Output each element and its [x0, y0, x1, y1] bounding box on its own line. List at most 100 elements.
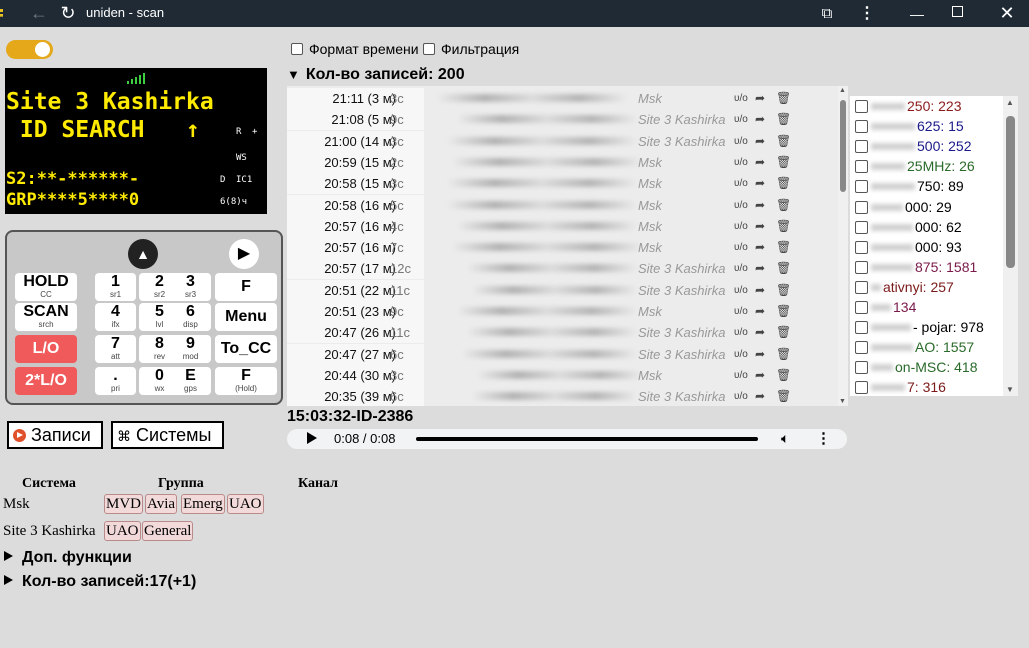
record-uo-icon[interactable]: ᴜ/o [734, 131, 748, 152]
key-19[interactable]: Egps [170, 367, 211, 395]
record-uo-icon[interactable]: ᴜ/o [734, 216, 748, 237]
record-row[interactable]: 20:47 (26 м) 11c Site 3 Kashirka ᴜ/o ➦ 🗑︎ [287, 322, 835, 344]
talkgroup-item[interactable]: 000: 62 [855, 217, 1005, 237]
group-tag[interactable]: General [142, 521, 194, 541]
record-uo-icon[interactable]: ᴜ/o [734, 237, 748, 258]
record-uo-icon[interactable]: ᴜ/o [734, 195, 748, 216]
key-7[interactable]: 4 ifx [95, 303, 136, 331]
record-row[interactable]: 20:57 (17 м) 12c Site 3 Kashirka ᴜ/o ➦ 🗑︎ [287, 258, 835, 280]
up-arrow-button[interactable]: ▲ [128, 239, 158, 269]
record-uo-icon[interactable]: ᴜ/o [734, 173, 748, 194]
record-row[interactable]: 20:58 (16 м) 5c Msk ᴜ/o ➦ 🗑︎ [287, 194, 835, 216]
group-tag[interactable]: MVD [104, 494, 144, 514]
more-menu-icon[interactable]: ⋮ [856, 3, 878, 25]
refresh-icon[interactable]: ↻ [57, 2, 79, 24]
audio-play-icon[interactable] [307, 432, 317, 444]
share-icon[interactable]: ➦ [755, 131, 765, 152]
record-row[interactable]: 20:51 (22 м) 11c Site 3 Kashirka ᴜ/o ➦ 🗑︎ [287, 279, 835, 301]
key-20[interactable]: F (Hold) [215, 367, 277, 395]
record-row[interactable]: 20:57 (16 м) 4c Msk ᴜ/o ➦ 🗑︎ [287, 215, 835, 237]
key-6[interactable]: SCAN srch [15, 303, 77, 331]
records-count-section[interactable]: Кол-во записей:17(+1) [4, 573, 196, 591]
share-icon[interactable]: ➦ [755, 301, 765, 322]
audio-more-icon[interactable]: ⋮ [816, 429, 831, 447]
talkgroup-item[interactable]: 750: 89 [855, 176, 1005, 196]
key-12[interactable]: 7 att [95, 335, 136, 363]
volume-icon[interactable]: 🔈︎ [781, 430, 789, 447]
share-icon[interactable]: ➦ [755, 365, 765, 386]
record-row[interactable]: 21:00 (14 м) 3c Site 3 Kashirka ᴜ/o ➦ 🗑︎ [287, 130, 835, 152]
talkgroup-checkbox[interactable] [855, 260, 868, 274]
share-icon[interactable]: ➦ [755, 216, 765, 237]
talkgroup-checkbox[interactable] [855, 120, 868, 134]
trash-icon[interactable]: 🗑︎ [776, 237, 791, 258]
group-tag[interactable]: Avia [145, 494, 178, 514]
time-format-checkbox[interactable]: Формат времени [291, 41, 419, 57]
filter-checkbox[interactable]: Фильтрация [423, 41, 519, 57]
share-icon[interactable]: ➦ [755, 88, 765, 109]
record-uo-icon[interactable]: ᴜ/o [734, 152, 748, 173]
trash-icon[interactable]: 🗑︎ [776, 173, 791, 194]
talkgroup-item[interactable]: 500: 252 [855, 136, 1005, 156]
minimize-button[interactable]: — [906, 3, 928, 25]
talkgroup-item[interactable]: 7: 316 [855, 377, 1005, 396]
trash-icon[interactable]: 🗑︎ [776, 258, 791, 279]
talkgroup-checkbox[interactable] [855, 180, 868, 194]
trash-icon[interactable]: 🗑︎ [776, 386, 791, 406]
record-row[interactable]: 20:51 (23 м) 9c Msk ᴜ/o ➦ 🗑︎ [287, 301, 835, 322]
key-10[interactable]: Menu [215, 303, 277, 331]
trash-icon[interactable]: 🗑︎ [776, 322, 791, 343]
record-uo-icon[interactable]: ᴜ/o [734, 301, 748, 322]
trash-icon[interactable]: 🗑︎ [776, 195, 791, 216]
record-uo-icon[interactable]: ᴜ/o [734, 88, 748, 109]
record-row[interactable]: 20:59 (15 м) 2c Msk ᴜ/o ➦ 🗑︎ [287, 151, 835, 173]
records-button[interactable]: Записи [7, 421, 103, 449]
record-row[interactable]: 20:58 (15 м) 3c Msk ᴜ/o ➦ 🗑︎ [287, 173, 835, 195]
talkgroup-item[interactable]: 875: 1581 [855, 257, 1005, 277]
key-17[interactable]: . pri [95, 367, 136, 395]
share-icon[interactable]: ➦ [755, 237, 765, 258]
talkgroup-checkbox[interactable] [855, 321, 868, 335]
trash-icon[interactable]: 🗑︎ [776, 109, 791, 130]
maximize-button[interactable] [952, 6, 963, 17]
key-15[interactable]: To_CC [215, 335, 277, 363]
record-uo-icon[interactable]: ᴜ/o [734, 109, 748, 130]
record-uo-icon[interactable]: ᴜ/o [734, 365, 748, 386]
record-row[interactable]: 20:35 (39 м) 6c Site 3 Kashirka ᴜ/o ➦ 🗑︎ [287, 386, 835, 406]
trash-icon[interactable]: 🗑︎ [776, 365, 791, 386]
extra-functions-summary[interactable]: Доп. функции [4, 549, 132, 567]
key-16[interactable]: 2*L/O [15, 367, 77, 395]
share-icon[interactable]: ➦ [755, 386, 765, 406]
trash-icon[interactable]: 🗑︎ [776, 280, 791, 301]
trash-icon[interactable]: 🗑︎ [776, 216, 791, 237]
record-uo-icon[interactable]: ᴜ/o [734, 344, 748, 365]
close-button[interactable]: ✕ [996, 2, 1018, 24]
talkgroup-item[interactable]: 000: 29 [855, 197, 1005, 217]
trash-icon[interactable]: 🗑︎ [776, 131, 791, 152]
talkgroup-checkbox[interactable] [855, 240, 868, 254]
trash-icon[interactable]: 🗑︎ [776, 301, 791, 322]
trash-icon[interactable]: 🗑︎ [776, 88, 791, 109]
talkgroup-checkbox[interactable] [855, 341, 868, 355]
talkgroup-checkbox[interactable] [855, 200, 868, 214]
play-button[interactable]: ▶ [229, 239, 259, 269]
key-2[interactable]: 1 sr1 [95, 273, 136, 301]
record-uo-icon[interactable]: ᴜ/o [734, 386, 748, 406]
records-scrollbar[interactable]: ▲ ▼ [838, 86, 848, 406]
trash-icon[interactable]: 🗑︎ [776, 344, 791, 365]
talkgroup-checkbox[interactable] [855, 140, 868, 154]
group-tag[interactable]: UAO [104, 521, 141, 541]
app-menu-icon[interactable] [0, 9, 6, 17]
systems-button[interactable]: ⌘ Системы [111, 421, 224, 449]
record-row[interactable]: 20:44 (30 м) 3c Msk ᴜ/o ➦ 🗑︎ [287, 364, 835, 386]
share-icon[interactable]: ➦ [755, 258, 765, 279]
power-toggle[interactable] [6, 40, 53, 59]
share-icon[interactable]: ➦ [755, 344, 765, 365]
audio-progress-bar[interactable] [416, 437, 758, 441]
share-icon[interactable]: ➦ [755, 322, 765, 343]
talkgroup-checkbox[interactable] [855, 280, 868, 294]
record-uo-icon[interactable]: ᴜ/o [734, 280, 748, 301]
record-row[interactable]: 21:08 (5 м) 9c Site 3 Kashirka ᴜ/o ➦ 🗑︎ [287, 109, 835, 131]
records-count-summary[interactable]: ▼ Кол-во записей: 200 [287, 66, 465, 84]
share-icon[interactable]: ➦ [755, 280, 765, 301]
